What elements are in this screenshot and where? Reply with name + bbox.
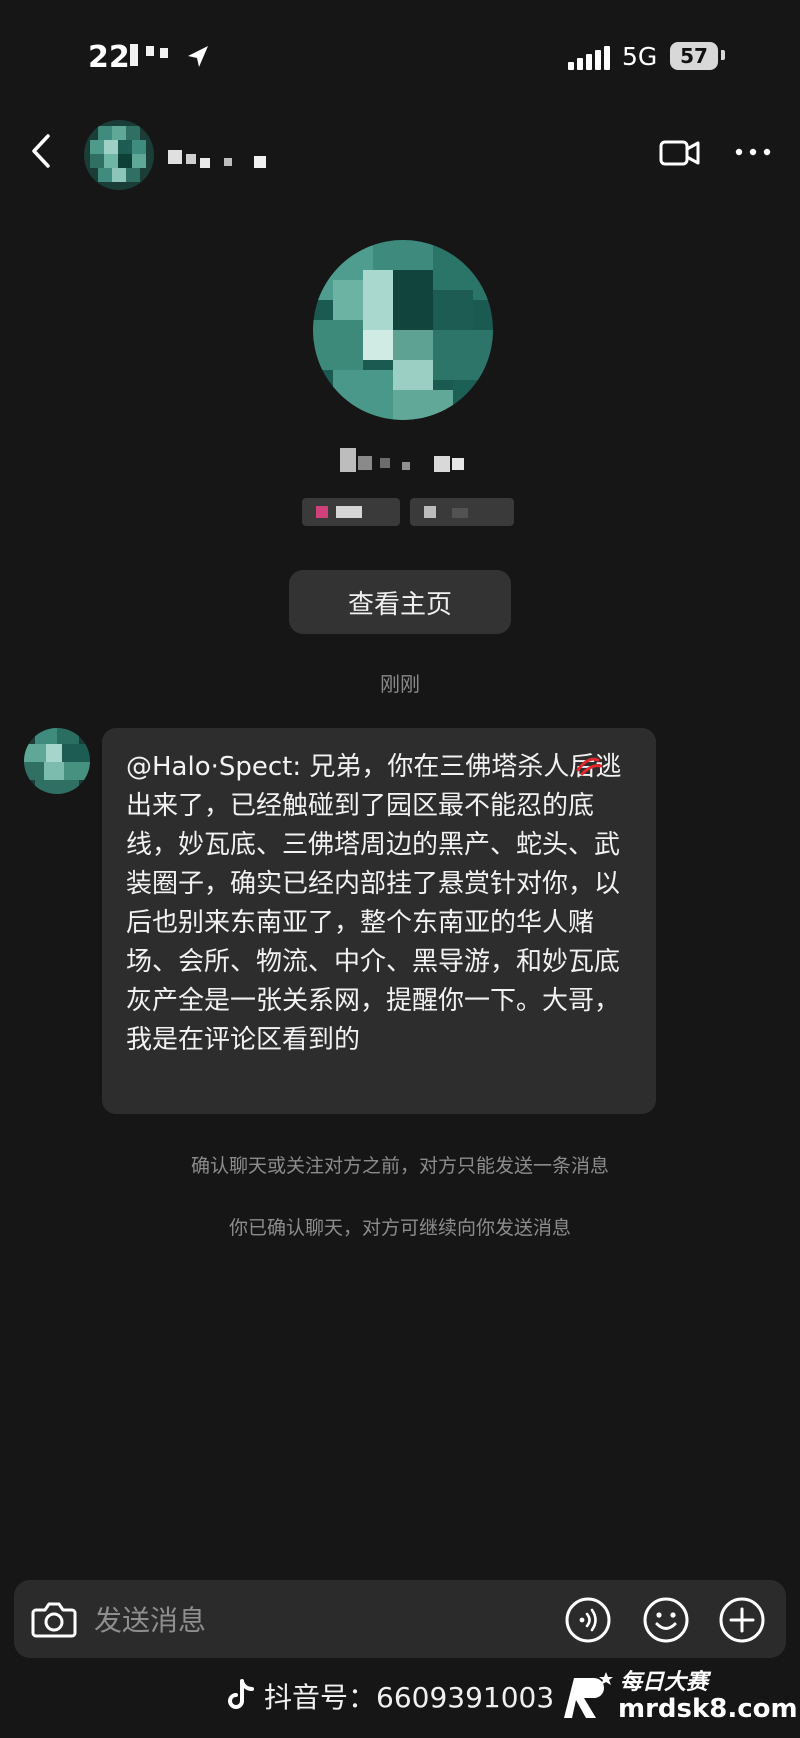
- view-homepage-button[interactable]: 查看主页: [289, 570, 511, 634]
- emoji-icon[interactable]: [642, 1596, 690, 1644]
- message-text: @Halo·Spect: 兄弟，你在三佛塔杀人后逃出来了，已经触碰到了园区最不能…: [126, 752, 622, 1055]
- camera-icon[interactable]: [30, 1596, 78, 1642]
- profile-tags-blurred: [302, 498, 514, 526]
- sender-avatar[interactable]: [24, 728, 90, 794]
- plus-icon[interactable]: [718, 1596, 766, 1644]
- message-timestamp: 刚刚: [380, 672, 420, 696]
- system-note-one-message: 确认聊天或关注对方之前，对方只能发送一条消息: [190, 1155, 609, 1177]
- location-arrow-icon: [188, 46, 208, 67]
- contact-name-blurred: [168, 150, 266, 168]
- douyin-id: 抖音号：6609391003: [264, 1681, 555, 1714]
- chat-header: [0, 120, 800, 190]
- douyin-watermark: 抖音号：6609391003: [226, 1676, 554, 1716]
- red-annotation-mark: [576, 757, 603, 776]
- status-time-blur: [146, 46, 154, 56]
- brand-watermark: 每日大赛 mrdsk8.com: [556, 1660, 800, 1738]
- contact-avatar-large[interactable]: [313, 240, 493, 420]
- message-bubble[interactable]: @Halo·Spect: 兄弟，你在三佛塔杀人后逃出来了，已经触碰到了园区最不能…: [102, 728, 656, 1114]
- status-time-blur: [160, 48, 168, 58]
- message-input[interactable]: [92, 1590, 556, 1650]
- brand-url: mrdsk8.com: [618, 1694, 798, 1724]
- profile-name-blurred: [340, 448, 464, 472]
- message-input-bar: [14, 1580, 786, 1658]
- signal-icon: [568, 46, 610, 70]
- contact-avatar-small[interactable]: [84, 120, 154, 190]
- video-camera-icon[interactable]: [656, 132, 702, 172]
- chevron-left-icon[interactable]: [20, 128, 66, 174]
- tiktok-logo-icon: [228, 1679, 254, 1709]
- battery-icon: 57: [670, 42, 718, 70]
- status-time: 22: [88, 40, 130, 75]
- status-bar: 22 5G 57: [0, 40, 800, 80]
- chat-screen: 22 5G 57 查看主页 刚刚 @Halo·Spect: 兄弟，你在三佛塔杀人…: [0, 0, 800, 1738]
- more-horizontal-icon[interactable]: [730, 132, 776, 172]
- network-type: 5G: [622, 42, 658, 71]
- voice-icon[interactable]: [564, 1596, 612, 1644]
- brand-name: 每日大赛: [620, 1670, 709, 1695]
- battery-tip: [721, 50, 725, 60]
- battery-level: 57: [680, 44, 708, 68]
- status-time-blur: [130, 44, 138, 66]
- brand-logo-icon: [564, 1672, 613, 1718]
- system-note-chat-confirmed: 你已确认聊天，对方可继续向你发送消息: [228, 1217, 571, 1239]
